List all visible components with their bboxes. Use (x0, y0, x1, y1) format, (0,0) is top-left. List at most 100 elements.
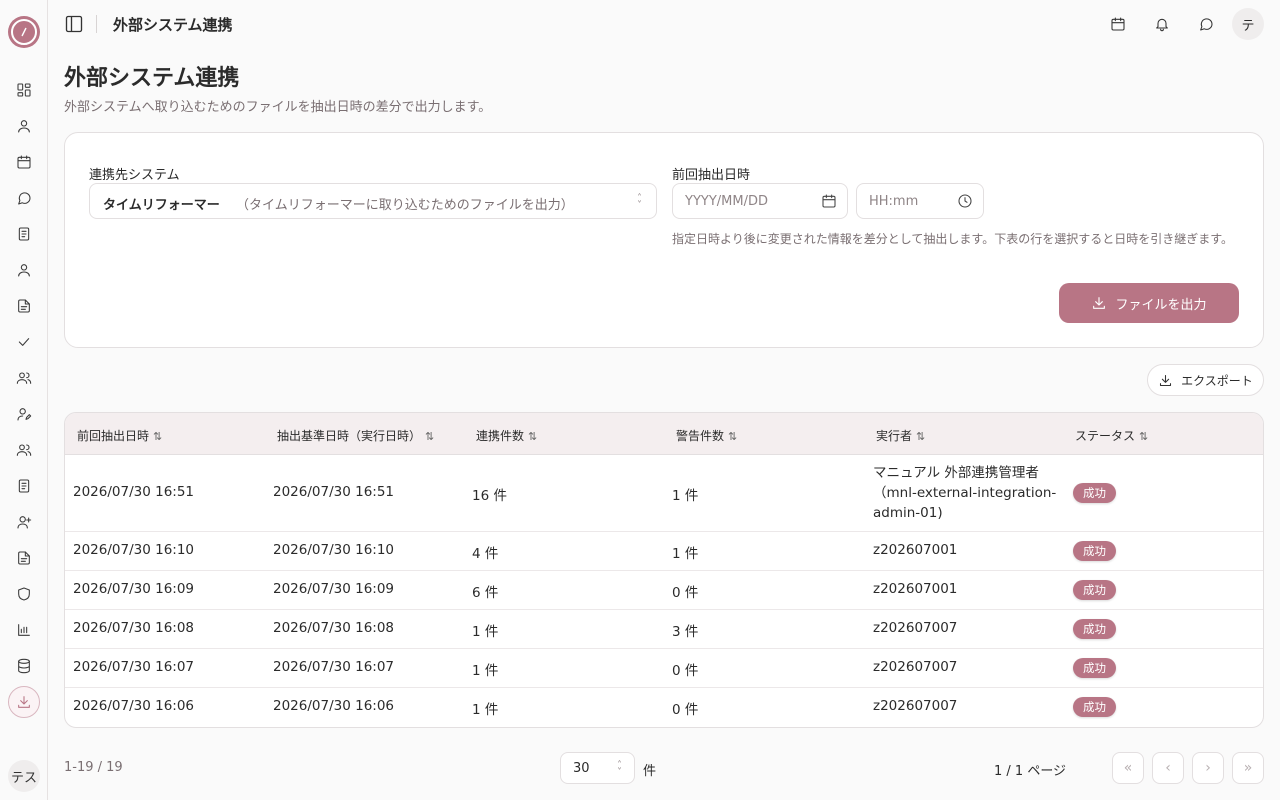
last-extract-label: 前回抽出日時 (672, 168, 751, 183)
group-icon[interactable] (14, 440, 34, 460)
sidebar-toggle-icon[interactable] (64, 14, 84, 34)
sort-icon: ⇅ (728, 430, 738, 443)
calendar-icon[interactable] (821, 193, 837, 209)
bar-chart-icon[interactable] (14, 620, 34, 640)
date-placeholder: YYYY/MM/DD (685, 194, 768, 209)
system-select[interactable]: タイムリフォーマー （タイムリフォーマーに取り込むためのファイルを出力） ˄ ˅ (89, 183, 657, 219)
extract-form-card: 連携先システム タイムリフォーマー （タイムリフォーマーに取り込むためのファイル… (64, 132, 1264, 348)
dashboard-icon[interactable] (14, 80, 34, 100)
count-cell: 4 件 (472, 546, 499, 562)
calendar-icon[interactable] (14, 152, 34, 172)
warning-cell: 1 件 (672, 488, 699, 504)
export-label: エクスポート (1181, 373, 1253, 388)
person-icon[interactable] (14, 260, 34, 280)
count-cell: 1 件 (472, 624, 499, 640)
page-info: 1 / 1 ページ (994, 764, 1067, 779)
table-header: 前回抽出日時 ⇅ 抽出基準日時（実行日時） ⇅ 連携件数 ⇅ 警告件数 ⇅ 実行者 ⇅ ス… (65, 413, 1263, 455)
chevron-right-icon: › (1205, 760, 1211, 776)
page-description: 外部システムへ取り込むためのファイルを抽出日時の差分で出力します。 (64, 100, 492, 115)
first-page-button[interactable]: « (1112, 752, 1144, 784)
system-label: 連携先システム (89, 168, 180, 183)
column-header[interactable]: 警告件数 ⇅ (676, 427, 737, 444)
file-icon[interactable] (14, 296, 34, 316)
users-icon[interactable] (14, 368, 34, 388)
chat-icon[interactable] (14, 188, 34, 208)
sort-icon: ⇅ (916, 430, 926, 443)
output-file-button[interactable]: ファイルを出力 (1059, 283, 1239, 323)
table-row[interactable]: 2026/07/30 16:07 2026/07/30 16:07 1 件 0 … (65, 649, 1263, 688)
warning-cell: 0 件 (672, 585, 699, 601)
executor-cell: z202607001 (873, 581, 958, 597)
notebook-icon[interactable] (14, 476, 34, 496)
history-table: 前回抽出日時 ⇅ 抽出基準日時（実行日時） ⇅ 連携件数 ⇅ 警告件数 ⇅ 実行者 ⇅ ス… (64, 412, 1264, 728)
column-header[interactable]: 前回抽出日時 ⇅ (77, 427, 162, 444)
document-icon[interactable] (14, 548, 34, 568)
base-datetime-cell: 2026/07/30 16:51 (273, 484, 395, 500)
system-select-value: タイムリフォーマー (103, 198, 220, 213)
column-header[interactable]: 実行者 ⇅ (876, 427, 925, 444)
warning-cell: 3 件 (672, 624, 699, 640)
warning-cell: 0 件 (672, 702, 699, 718)
next-page-button[interactable]: › (1192, 752, 1224, 784)
table-row[interactable]: 2026/07/30 16:09 2026/07/30 16:09 6 件 0 … (65, 571, 1263, 610)
date-input[interactable]: YYYY/MM/DD (672, 183, 848, 219)
sort-icon: ⇅ (528, 430, 538, 443)
chevrons-left-icon: « (1123, 760, 1133, 776)
count-cell: 1 件 (472, 702, 499, 718)
app-logo[interactable] (8, 16, 40, 48)
clock-icon[interactable] (957, 193, 973, 209)
sidebar-user-avatar[interactable]: テス (8, 760, 40, 792)
status-badge: 成功 (1073, 580, 1116, 600)
chevron-up-down-icon: ˄ ˅ (637, 193, 642, 211)
table-row[interactable]: 2026/07/30 16:10 2026/07/30 16:10 4 件 1 … (65, 532, 1263, 571)
bell-icon[interactable] (1152, 14, 1172, 34)
download-icon (1093, 297, 1106, 309)
calendar-icon[interactable] (1108, 14, 1128, 34)
table-row[interactable]: 2026/07/30 16:08 2026/07/30 16:08 1 件 3 … (65, 610, 1263, 649)
per-page-unit: 件 (643, 764, 657, 779)
database-icon[interactable] (14, 656, 34, 676)
status-badge: 成功 (1073, 619, 1116, 639)
header-title: 外部システム連携 (113, 16, 233, 34)
header-user-avatar[interactable]: テ (1232, 8, 1264, 40)
check-icon[interactable] (14, 332, 34, 352)
shield-icon[interactable] (14, 584, 34, 604)
status-badge: 成功 (1073, 658, 1116, 678)
status-badge: 成功 (1073, 541, 1116, 561)
download-icon[interactable] (8, 686, 40, 718)
last-page-button[interactable]: » (1232, 752, 1264, 784)
output-file-label: ファイルを出力 (1115, 297, 1207, 313)
executor-cell: z202607007 (873, 620, 958, 636)
count-cell: 6 件 (472, 585, 499, 601)
prev-extract-cell: 2026/07/30 16:10 (73, 542, 195, 558)
base-datetime-cell: 2026/07/30 16:09 (273, 581, 395, 597)
column-header[interactable]: 連携件数 ⇅ (476, 427, 537, 444)
executor-cell: z202607007 (873, 698, 958, 714)
prev-extract-cell: 2026/07/30 16:09 (73, 581, 195, 597)
time-input[interactable]: HH:mm (856, 183, 984, 219)
per-page-select[interactable]: 30 ˄ ˅ (560, 752, 635, 784)
extract-hint: 指定日時より後に変更された情報を差分として抽出します。下表の行を選択すると日時を… (672, 232, 1234, 246)
user-plus-icon[interactable] (14, 512, 34, 532)
executor-cell: マニュアル 外部連携管理者（mnl-external-integration-a… (873, 465, 1057, 521)
table-row[interactable]: 2026/07/30 16:51 2026/07/30 16:51 16 件 1… (65, 455, 1263, 532)
chat-icon[interactable] (1196, 14, 1216, 34)
base-datetime-cell: 2026/07/30 16:07 (273, 659, 395, 675)
prev-extract-cell: 2026/07/30 16:07 (73, 659, 195, 675)
table-row[interactable]: 2026/07/30 16:06 2026/07/30 16:06 1 件 0 … (65, 688, 1263, 727)
chevron-up-down-icon: ˄ ˅ (617, 760, 622, 778)
book-icon[interactable] (14, 224, 34, 244)
base-datetime-cell: 2026/07/30 16:06 (273, 698, 395, 714)
compass-icon (11, 19, 37, 45)
column-header[interactable]: 抽出基準日時（実行日時） ⇅ (277, 427, 434, 444)
column-header[interactable]: ステータス ⇅ (1075, 427, 1148, 444)
user-edit-icon[interactable] (14, 404, 34, 424)
base-datetime-cell: 2026/07/30 16:08 (273, 620, 395, 636)
user-icon[interactable] (14, 116, 34, 136)
sort-icon: ⇅ (153, 430, 163, 443)
count-cell: 1 件 (472, 663, 499, 679)
prev-page-button[interactable]: ‹ (1152, 752, 1184, 784)
chevron-left-icon: ‹ (1165, 760, 1171, 776)
export-button[interactable]: エクスポート (1147, 364, 1264, 396)
base-datetime-cell: 2026/07/30 16:10 (273, 542, 395, 558)
